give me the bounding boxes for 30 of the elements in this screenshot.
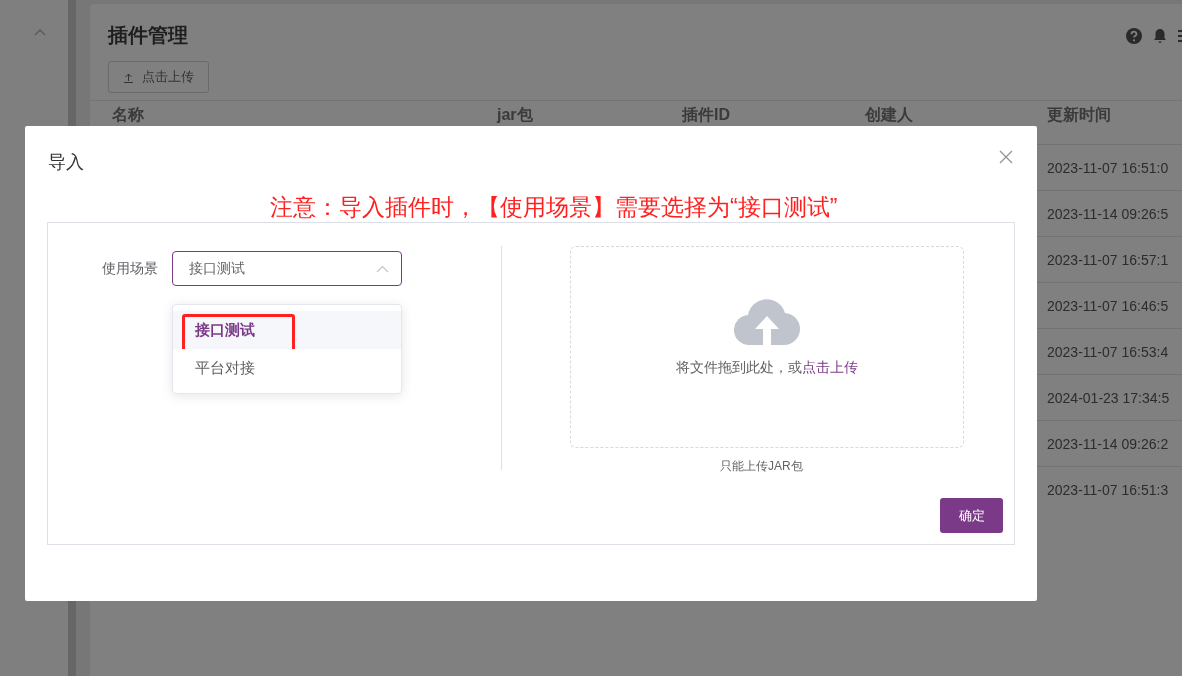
dropdown-option[interactable]: 平台对接 <box>173 349 401 387</box>
help-icon[interactable] <box>1126 27 1142 44</box>
upload-dropzone[interactable]: 将文件拖到此处，或点击上传 <box>570 246 964 448</box>
column-header: 创建人 <box>864 105 914 125</box>
table-cell-text: 2023-11-07 16:57:1 <box>1046 251 1170 268</box>
upload-icon <box>123 71 134 83</box>
table-cell-text: 2023-11-07 16:51:0 <box>1046 159 1170 176</box>
bell-icon[interactable] <box>1152 27 1168 44</box>
dialog-title: 导入 <box>48 151 84 174</box>
upload-link[interactable]: 点击上传 <box>802 359 858 377</box>
upload-hint: 只能上传JAR包 <box>720 458 803 475</box>
drop-text: 将文件拖到此处，或 <box>676 359 802 377</box>
column-header: jar包 <box>495 105 534 125</box>
annotation-text: 注意：导入插件时，【使用场景】需要选择为“接口测试” <box>270 193 838 222</box>
table-cell-text: 2024-01-23 17:34:5 <box>1046 389 1171 406</box>
table-cell-text: 2023-11-07 16:53:4 <box>1046 343 1170 360</box>
table-cell-text: 2023-11-14 09:26:5 <box>1046 205 1170 222</box>
chevron-icon <box>376 264 389 273</box>
column-header: 更新时间 <box>1046 105 1112 125</box>
close-button[interactable] <box>999 150 1015 166</box>
field-label: 使用场景 <box>102 260 158 278</box>
table-cell-text: 2023-11-14 09:26:2 <box>1046 435 1170 452</box>
column-header: 插件ID <box>680 105 731 125</box>
page-title: 插件管理 <box>108 23 188 48</box>
column-header: 名称 <box>111 105 145 125</box>
table-cell-text: 2023-11-07 16:51:3 <box>1046 481 1170 498</box>
menu-icon[interactable] <box>1178 28 1182 43</box>
confirm-button[interactable]: 确定 <box>940 498 1003 533</box>
table-cell-text: 2023-11-07 16:46:5 <box>1046 297 1170 314</box>
dropdown-option[interactable]: 接口测试 <box>173 311 401 349</box>
